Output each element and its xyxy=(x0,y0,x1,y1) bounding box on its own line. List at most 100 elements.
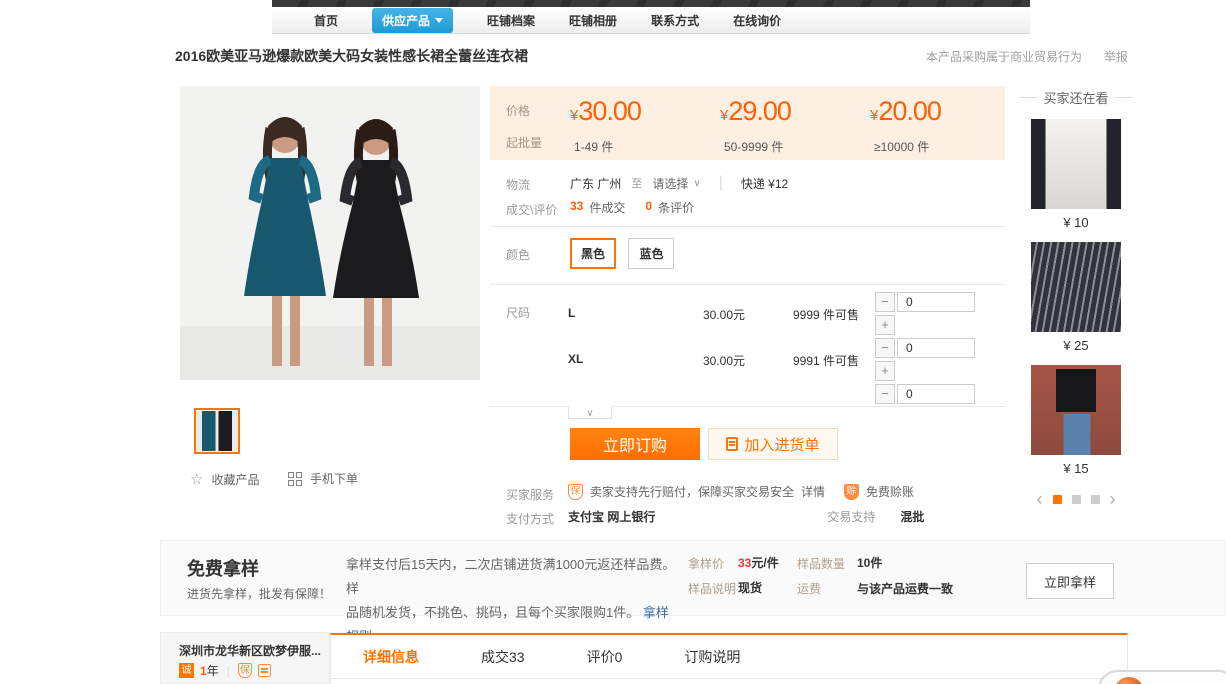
prev-arrow-icon[interactable]: ‹ xyxy=(1037,494,1043,504)
integrity-badge-icon: 诚 xyxy=(179,663,194,678)
moq-label: 起批量 xyxy=(506,134,542,151)
add-to-cart-label: 加入进货单 xyxy=(744,434,819,455)
payment-row: 支付宝 网上银行 交易支持 混批 xyxy=(568,508,924,525)
title-row: 2016欧美亚马逊爆款欧美大码女装性感长裙全蕾丝连衣裙 本产品采购属于商业贸易行… xyxy=(175,46,1128,66)
buyer-service-label: 买家服务 xyxy=(506,486,554,503)
credit-icon: 赊 xyxy=(844,484,859,500)
size-l-price: 30.00元 xyxy=(703,306,745,323)
thumbnail-selected[interactable] xyxy=(194,408,240,454)
nav-home[interactable]: 首页 xyxy=(314,12,338,29)
sample-note-value: 现货 xyxy=(738,579,762,596)
pager-dot-1[interactable] xyxy=(1053,495,1062,504)
origin-location: 广东 广州 xyxy=(570,175,621,192)
guarantee-shield-icon: 保 xyxy=(238,663,252,678)
divider-line xyxy=(490,284,1005,285)
sample-note-label: 样品说明 xyxy=(688,580,736,597)
color-option-blue[interactable]: 蓝色 xyxy=(628,238,674,269)
pager-dot-2[interactable] xyxy=(1072,495,1081,504)
price-label: 价格 xyxy=(506,102,530,119)
destination-value: 请选择 xyxy=(652,175,688,192)
size-xl-price: 30.00元 xyxy=(703,352,745,369)
related-item-image[interactable] xyxy=(1031,119,1121,209)
tab-order-instructions[interactable]: 订购说明 xyxy=(684,647,740,667)
divider xyxy=(1020,97,1038,98)
divider: | xyxy=(719,174,723,192)
divider: | xyxy=(227,664,230,678)
buyer-service-row: 保 卖家支持先行赔付，保障买家交易安全 详情 赊 免费赊账 xyxy=(568,483,914,500)
mobile-order-label: 手机下单 xyxy=(310,470,358,487)
related-title-row: 买家还在看 xyxy=(1020,88,1132,107)
credit-text: 免费赊账 xyxy=(866,483,914,500)
tier1-range: 1-49 件 xyxy=(574,138,613,155)
guarantee-detail-link[interactable]: 详情 xyxy=(801,483,825,500)
tier3-range: ≥10000 件 xyxy=(874,138,929,155)
qty-input-xl[interactable] xyxy=(897,338,975,358)
sample-price-unit: 元/件 xyxy=(751,556,778,570)
page-title: 2016欧美亚马逊爆款欧美大码女装性感长裙全蕾丝连衣裙 xyxy=(175,46,528,66)
divider-line xyxy=(490,226,1005,227)
related-item-price: ¥ 10 xyxy=(1020,215,1132,230)
sample-qty-label: 样品数量 xyxy=(797,555,845,572)
nav-shop-album[interactable]: 旺铺相册 xyxy=(569,12,617,29)
member-years-num: 1 xyxy=(200,664,207,678)
destination-select[interactable]: 请选择 ∨ xyxy=(652,175,700,192)
logistics-label: 物流 xyxy=(506,176,530,193)
review-suffix: 条评价 xyxy=(658,199,694,216)
store-name-link[interactable]: 深圳市龙华新区欧梦伊服... xyxy=(179,642,321,659)
qty-minus-button[interactable]: − xyxy=(875,292,895,312)
sample-price-value: 33 xyxy=(738,556,751,570)
detail-tabbar: 详细信息 成交33 评价0 订购说明 xyxy=(330,633,1128,684)
qty-minus-button[interactable]: − xyxy=(875,384,895,404)
order-now-button[interactable]: 立即订购 xyxy=(570,428,700,460)
color-option-black[interactable]: 黑色 xyxy=(570,238,616,269)
expand-sizes-button[interactable]: ∨ xyxy=(568,406,612,419)
favorite-product[interactable]: ☆ 收藏产品 xyxy=(190,470,259,488)
favorite-label: 收藏产品 xyxy=(211,471,259,488)
qty-input-l[interactable] xyxy=(897,292,975,312)
tier3-price: 20.00 xyxy=(878,96,941,126)
qty-minus-button[interactable]: − xyxy=(875,338,895,358)
related-item-image[interactable] xyxy=(1031,365,1121,455)
related-item-image[interactable] xyxy=(1031,242,1121,332)
deal-count[interactable]: 33 xyxy=(570,199,583,216)
trade-notice: 本产品采购属于商业贸易行为 xyxy=(926,48,1082,65)
nav-products-label: 供应产品 xyxy=(382,12,430,29)
product-photo xyxy=(180,86,480,380)
qty-plus-button[interactable]: + xyxy=(875,315,895,335)
next-arrow-icon[interactable]: › xyxy=(1110,494,1116,504)
product-main-image xyxy=(180,86,480,380)
related-item-price: ¥ 15 xyxy=(1020,461,1132,476)
sample-title: 免费拿样 xyxy=(187,555,259,581)
report-link[interactable]: 举报 xyxy=(1104,48,1128,65)
price-panel: 价格 起批量 ¥30.00 1-49 件 ¥29.00 50-9999 件 ¥2… xyxy=(490,86,1005,160)
chevron-down-icon: ∨ xyxy=(586,408,593,419)
qty-input-3[interactable] xyxy=(897,384,975,404)
add-to-cart-button[interactable]: 加入进货单 xyxy=(708,428,838,460)
tab-reviews[interactable]: 评价0 xyxy=(587,647,623,667)
qty-plus-button[interactable]: + xyxy=(875,361,895,381)
tier2-range: 50-9999 件 xyxy=(724,138,783,155)
price-tier-1: ¥30.00 1-49 件 xyxy=(570,96,710,127)
sample-subtitle: 进货先拿样，批发有保障！ xyxy=(187,585,331,602)
chat-widget[interactable] xyxy=(1098,670,1226,684)
guarantee-shield-icon: 保 xyxy=(568,484,583,500)
top-dark-strip xyxy=(272,0,1030,7)
nav-contact[interactable]: 联系方式 xyxy=(651,12,699,29)
review-count[interactable]: 0 xyxy=(645,199,652,216)
tab-deals[interactable]: 成交33 xyxy=(481,647,525,667)
deals-label: 成交\评价 xyxy=(506,201,557,218)
pager-dot-3[interactable] xyxy=(1091,495,1100,504)
size-name-l: L xyxy=(568,306,575,320)
get-sample-button[interactable]: 立即拿样 xyxy=(1026,563,1114,599)
product-page: 首页 供应产品 旺铺档案 旺铺相册 联系方式 在线询价 2016欧美亚马逊爆款欧… xyxy=(0,0,1226,684)
nav-inquiry[interactable]: 在线询价 xyxy=(733,12,781,29)
tier1-price: 30.00 xyxy=(578,96,641,126)
related-item: ¥ 15 xyxy=(1020,365,1132,476)
sample-freight-label: 运费 xyxy=(797,580,821,597)
tab-detail-info[interactable]: 详细信息 xyxy=(363,647,419,667)
mobile-order[interactable]: 手机下单 xyxy=(288,470,358,487)
nav-products[interactable]: 供应产品 xyxy=(372,8,453,33)
nav-shop-profile[interactable]: 旺铺档案 xyxy=(487,12,535,29)
color-options: 黑色 蓝色 xyxy=(570,238,682,269)
payment-methods: 支付宝 网上银行 xyxy=(568,508,655,525)
